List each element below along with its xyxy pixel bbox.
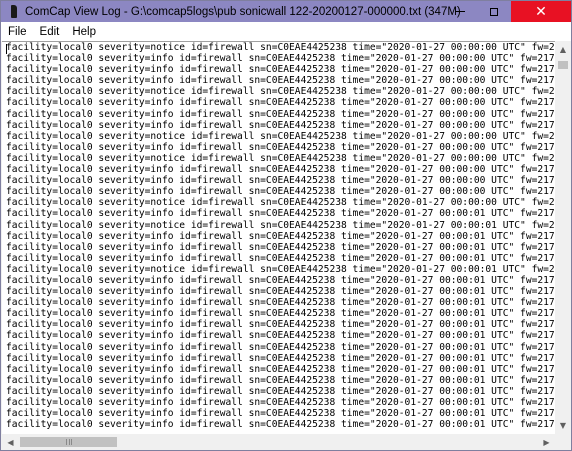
menu-bar: File Edit Help bbox=[1, 22, 571, 41]
log-line: facility=local0 severity=info id=firewal… bbox=[6, 330, 555, 342]
log-line: facility=local0 severity=info id=firewal… bbox=[6, 175, 555, 187]
log-line: facility=local0 severity=info id=firewal… bbox=[6, 252, 555, 264]
menu-file[interactable]: File bbox=[1, 26, 33, 38]
log-line: facility=local0 severity=info id=firewal… bbox=[6, 241, 555, 253]
menu-edit[interactable]: Edit bbox=[33, 26, 66, 38]
log-line: facility=local0 severity=info id=firewal… bbox=[6, 397, 555, 408]
log-line: facility=local0 severity=info id=firewal… bbox=[6, 385, 555, 397]
log-line: facility=local0 severity=notice id=firew… bbox=[6, 130, 555, 142]
log-line: facility=local0 severity=info id=firewal… bbox=[6, 97, 555, 109]
app-icon bbox=[11, 5, 17, 18]
scroll-down-button[interactable]: ▼ bbox=[555, 417, 571, 434]
log-line: facility=local0 severity=info id=firewal… bbox=[6, 119, 555, 131]
close-button[interactable]: ✕ bbox=[511, 1, 571, 22]
log-line: facility=local0 severity=info id=firewal… bbox=[6, 297, 555, 309]
horizontal-scroll-thumb[interactable] bbox=[20, 437, 117, 447]
log-line: facility=local0 severity=info id=firewal… bbox=[6, 274, 555, 286]
title-bar[interactable]: ComCap View Log - G:\comcap5logs\pub son… bbox=[1, 1, 571, 22]
log-line: facility=local0 severity=notice id=firew… bbox=[6, 86, 555, 98]
menu-help[interactable]: Help bbox=[65, 26, 102, 38]
maximize-button[interactable] bbox=[477, 1, 511, 22]
scroll-left-button[interactable]: ◀ bbox=[2, 434, 19, 450]
log-line: facility=local0 severity=info id=firewal… bbox=[6, 363, 555, 375]
log-line: facility=local0 severity=info id=firewal… bbox=[6, 64, 555, 76]
log-line: facility=local0 severity=info id=firewal… bbox=[6, 408, 555, 420]
log-line: facility=local0 severity=info id=firewal… bbox=[6, 308, 555, 320]
minimize-button[interactable] bbox=[442, 1, 477, 22]
horizontal-scrollbar[interactable]: ◀ ▶ bbox=[2, 434, 555, 450]
log-line: facility=local0 severity=info id=firewal… bbox=[6, 374, 555, 386]
close-icon: ✕ bbox=[535, 3, 547, 20]
log-line: facility=local0 severity=info id=firewal… bbox=[6, 208, 555, 220]
log-line: facility=local0 severity=info id=firewal… bbox=[6, 230, 555, 242]
log-line: facility=local0 severity=info id=firewal… bbox=[6, 164, 555, 176]
log-text-area[interactable]: facility=local0 severity=notice id=firew… bbox=[2, 41, 555, 435]
log-line: facility=local0 severity=notice id=firew… bbox=[6, 152, 555, 164]
log-line: facility=local0 severity=info id=firewal… bbox=[6, 186, 555, 198]
maximize-icon bbox=[490, 7, 498, 16]
log-line: facility=local0 severity=info id=firewal… bbox=[6, 352, 555, 364]
log-line: facility=local0 severity=info id=firewal… bbox=[6, 108, 555, 120]
log-line: facility=local0 severity=notice id=firew… bbox=[6, 219, 555, 231]
log-line: facility=local0 severity=info id=firewal… bbox=[6, 419, 555, 431]
log-line: facility=local0 severity=notice id=firew… bbox=[6, 42, 555, 53]
log-line: facility=local0 severity=info id=firewal… bbox=[6, 341, 555, 353]
log-line: facility=local0 severity=notice id=firew… bbox=[6, 197, 555, 209]
vertical-scroll-thumb[interactable] bbox=[558, 61, 568, 69]
log-line: facility=local0 severity=info id=firewal… bbox=[6, 319, 555, 331]
text-caret bbox=[6, 44, 7, 54]
log-line: facility=local0 severity=info id=firewal… bbox=[6, 286, 555, 298]
size-grip-corner[interactable] bbox=[555, 434, 571, 450]
log-line: facility=local0 severity=notice id=firew… bbox=[6, 263, 555, 275]
window-title: ComCap View Log - G:\comcap5logs\pub son… bbox=[25, 5, 461, 18]
minimize-icon bbox=[454, 11, 465, 12]
log-viewer-window: ComCap View Log - G:\comcap5logs\pub son… bbox=[0, 0, 572, 451]
grip-icon bbox=[65, 439, 72, 445]
log-line: facility=local0 severity=info id=firewal… bbox=[6, 141, 555, 153]
log-line: facility=local0 severity=info id=firewal… bbox=[6, 75, 555, 87]
vertical-scrollbar[interactable]: ▲ ▼ bbox=[555, 41, 571, 434]
scroll-up-button[interactable]: ▲ bbox=[555, 41, 571, 58]
scroll-right-button[interactable]: ▶ bbox=[538, 434, 555, 450]
log-line: facility=local0 severity=info id=firewal… bbox=[6, 53, 555, 65]
